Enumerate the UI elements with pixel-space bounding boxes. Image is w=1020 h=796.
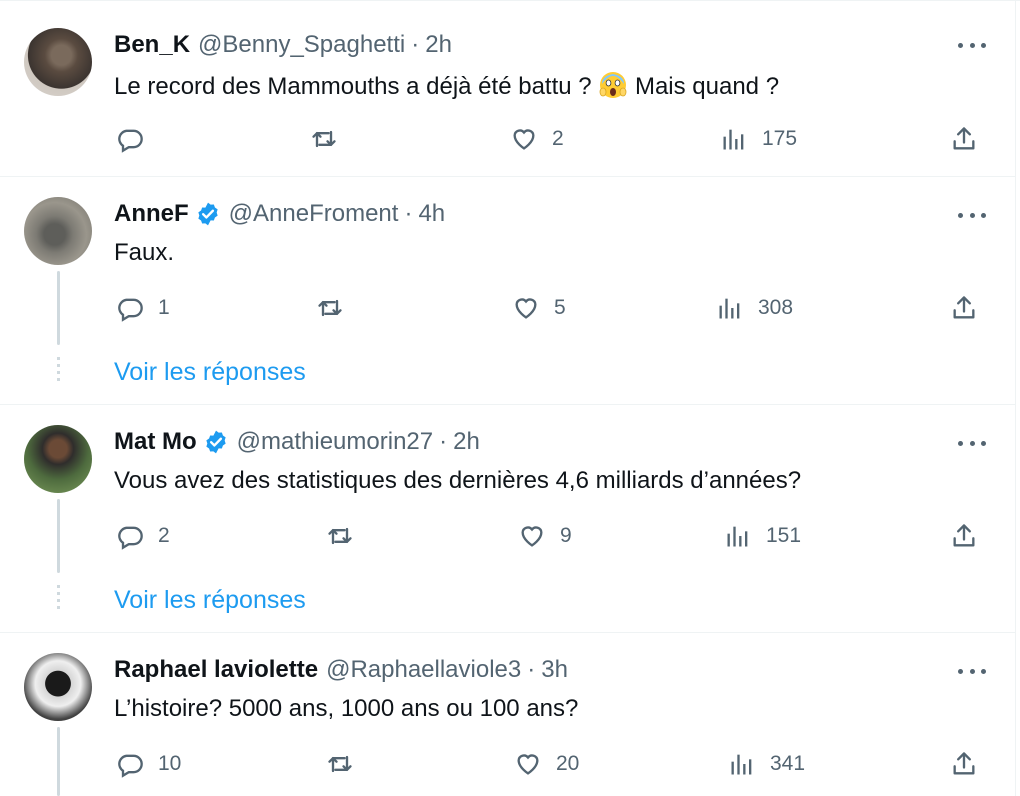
share-button[interactable] <box>950 749 978 779</box>
tweet-text: L’histoire? 5000 ans, 1000 ans ou 100 an… <box>114 695 579 722</box>
reply-tweet[interactable]: AnneF @AnneFroment · 4h Faux. 1 5 308 Vo… <box>0 177 1016 404</box>
share-upload-icon <box>953 524 975 547</box>
thread-line <box>57 271 60 345</box>
like-button[interactable]: 9 <box>518 521 572 551</box>
views-button[interactable]: 175 <box>720 124 797 154</box>
reply-count: 2 <box>158 524 170 547</box>
thread-dots <box>57 357 60 381</box>
view-count: 308 <box>758 296 794 319</box>
timestamp[interactable]: 4h <box>418 200 445 228</box>
user-name[interactable]: Ben_K <box>114 31 190 59</box>
like-count: 20 <box>556 752 580 775</box>
share-button[interactable] <box>950 521 978 551</box>
tweet-header: Raphael laviolette @Raphaellaviole3 · 3h <box>114 655 568 685</box>
thread-line <box>57 727 60 796</box>
verified-badge-icon <box>206 430 226 454</box>
user-name[interactable]: AnneF <box>114 200 189 228</box>
user-name[interactable]: Raphael laviolette <box>114 656 318 684</box>
tweet-text: Faux. <box>114 239 175 266</box>
bar-chart-icon <box>727 526 748 547</box>
timestamp[interactable]: 2h <box>425 31 452 59</box>
thread-line <box>57 499 60 573</box>
views-button[interactable]: 151 <box>724 521 801 551</box>
thread-dots <box>57 585 60 609</box>
tweet-text-end: Mais quand ? <box>628 73 780 100</box>
user-handle[interactable]: @Raphaellaviole3 <box>326 656 521 684</box>
view-count: 151 <box>766 524 802 547</box>
show-replies-link[interactable]: Voir les réponses <box>114 586 306 615</box>
share-button[interactable] <box>950 124 978 154</box>
reply-tweet[interactable]: Raphael laviolette @Raphaellaviole3 · 3h… <box>0 633 1016 796</box>
bar-chart-icon <box>731 754 752 775</box>
reply-tweet[interactable]: Mat Mo @mathieumorin27 · 2h Vous avez de… <box>0 405 1016 632</box>
reply-button[interactable] <box>116 124 158 154</box>
avatar[interactable] <box>24 425 92 493</box>
tweet-text: Le record des Mammouths a déjà été battu… <box>114 70 779 101</box>
separator: · <box>404 200 413 227</box>
heart-icon <box>515 298 537 319</box>
timestamp[interactable]: 3h <box>541 656 568 684</box>
separator: · <box>411 31 420 58</box>
reply-tweet[interactable]: Ben_K @Benny_Spaghetti · 2h Le record de… <box>0 0 1016 176</box>
tweet-header: Mat Mo @mathieumorin27 · 2h <box>114 427 480 457</box>
reply-count: 1 <box>158 296 170 319</box>
retweet-icon <box>328 527 352 545</box>
separator: · <box>527 656 536 683</box>
reply-button[interactable]: 10 <box>116 749 181 779</box>
retweet-button[interactable] <box>326 521 354 551</box>
heart-icon <box>517 754 539 775</box>
avatar[interactable] <box>24 653 92 721</box>
like-button[interactable]: 2 <box>510 124 564 154</box>
user-handle[interactable]: @AnneFroment <box>229 200 399 228</box>
tweet-text-start: Le record des Mammouths a déjà été battu… <box>114 73 599 100</box>
more-icon[interactable] <box>958 438 986 448</box>
screaming-face-icon <box>599 72 627 98</box>
share-upload-icon <box>953 752 975 775</box>
view-count: 341 <box>770 752 806 775</box>
user-handle[interactable]: @Benny_Spaghetti <box>198 31 405 59</box>
retweet-button[interactable] <box>326 749 354 779</box>
reply-count: 10 <box>158 752 182 775</box>
retweet-icon <box>312 130 336 148</box>
views-button[interactable]: 341 <box>728 749 805 779</box>
share-button[interactable] <box>950 293 978 323</box>
speech-bubble-icon <box>118 754 143 778</box>
tweet-text: Vous avez des statistiques des dernières… <box>114 467 802 494</box>
retweet-icon <box>328 755 352 773</box>
bar-chart-icon <box>723 129 744 150</box>
tweet-header: AnneF @AnneFroment · 4h <box>114 199 445 229</box>
like-count: 9 <box>560 524 572 547</box>
more-icon[interactable] <box>958 666 986 676</box>
heart-icon <box>513 129 535 150</box>
avatar[interactable] <box>24 197 92 265</box>
user-name[interactable]: Mat Mo <box>114 428 197 456</box>
like-count: 5 <box>554 296 566 319</box>
speech-bubble-icon <box>118 298 143 322</box>
retweet-icon <box>318 299 342 317</box>
like-button[interactable]: 20 <box>514 749 579 779</box>
like-count: 2 <box>552 127 564 150</box>
more-icon[interactable] <box>958 210 986 220</box>
speech-bubble-icon <box>118 129 143 153</box>
tweet-header: Ben_K @Benny_Spaghetti · 2h <box>114 30 452 60</box>
reply-button[interactable]: 2 <box>116 521 170 551</box>
retweet-button[interactable] <box>316 293 344 323</box>
share-upload-icon <box>953 127 975 150</box>
view-count: 175 <box>762 127 798 150</box>
timestamp[interactable]: 2h <box>453 428 480 456</box>
verified-badge-icon <box>198 202 218 226</box>
speech-bubble-icon <box>118 526 143 550</box>
more-icon[interactable] <box>958 40 986 50</box>
reply-button[interactable]: 1 <box>116 293 170 323</box>
avatar[interactable] <box>24 28 92 96</box>
views-button[interactable]: 308 <box>716 293 793 323</box>
share-upload-icon <box>953 296 975 319</box>
bar-chart-icon <box>719 298 740 319</box>
like-button[interactable]: 5 <box>512 293 566 323</box>
separator: · <box>439 428 448 455</box>
user-handle[interactable]: @mathieumorin27 <box>237 428 433 456</box>
show-replies-link[interactable]: Voir les réponses <box>114 358 306 387</box>
retweet-button[interactable] <box>310 124 338 154</box>
heart-icon <box>521 526 543 547</box>
